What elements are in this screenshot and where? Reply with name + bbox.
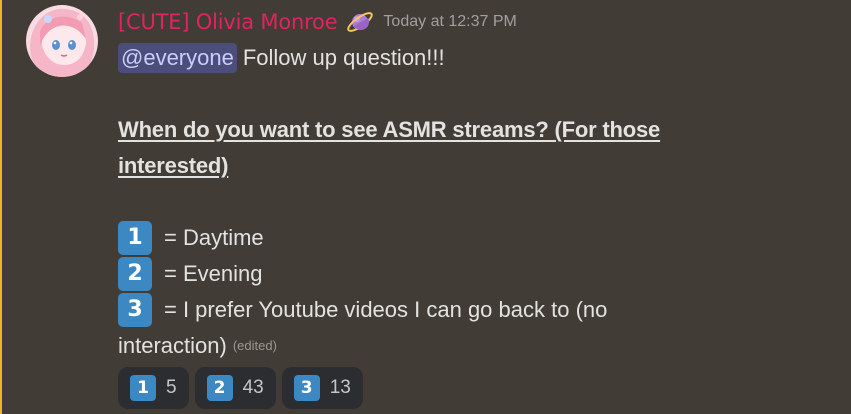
keycap-2-icon: 2 — [206, 375, 233, 401]
keycap-1-icon: 1 — [130, 375, 156, 401]
reaction-count: 13 — [329, 377, 351, 398]
reaction-count: 5 — [166, 377, 177, 398]
reaction-1[interactable]: 1 5 — [118, 367, 189, 409]
question-title-1: When do you want to see ASMR streams? (F… — [118, 117, 661, 142]
keycap-2-icon: 2 — [118, 257, 152, 291]
reactions-bar: 1 5 2 43 3 13 — [118, 367, 363, 409]
option-text: interaction) — [118, 333, 227, 358]
option-text: = I prefer Youtube videos I can go back … — [164, 297, 608, 322]
keycap-3-icon: 3 — [293, 375, 320, 401]
reaction-2[interactable]: 2 43 — [194, 367, 276, 409]
question-title-2: interested) — [118, 153, 229, 178]
ringed-planet-icon — [345, 7, 375, 37]
everyone-mention[interactable]: @everyone — [118, 43, 237, 73]
message-header: [CUTE] Olivia Monroe Today at 12:37 PM — [118, 6, 517, 38]
option-3: 3 = I prefer Youtube videos I can go bac… — [118, 292, 838, 328]
avatar[interactable] — [26, 5, 98, 77]
keycap-3-icon: 3 — [118, 293, 152, 327]
option-1: 1 = Daytime — [118, 220, 838, 256]
intro-text: Follow up question!!! — [242, 45, 445, 70]
reaction-count: 43 — [242, 377, 264, 398]
message-content: @everyone Follow up question!!! When do … — [118, 40, 838, 364]
intro-line: @everyone Follow up question!!! — [118, 40, 838, 76]
option-3-continued: interaction) (edited) — [118, 328, 838, 364]
chat-message: [CUTE] Olivia Monroe Today at 12:37 PM @… — [0, 0, 851, 414]
keycap-1-icon: 1 — [118, 221, 152, 255]
option-text: = Daytime — [164, 225, 264, 250]
option-2: 2 = Evening — [118, 256, 838, 292]
reaction-3[interactable]: 3 13 — [281, 367, 363, 409]
title-line-1: When do you want to see ASMR streams? (F… — [118, 112, 838, 148]
edited-label: (edited) — [232, 338, 277, 353]
timestamp[interactable]: Today at 12:37 PM — [383, 13, 516, 31]
title-line-2: interested) — [118, 148, 838, 184]
username[interactable]: [CUTE] Olivia Monroe — [118, 10, 338, 34]
mention-highlight-bar — [0, 0, 2, 414]
option-text: = Evening — [164, 261, 263, 286]
